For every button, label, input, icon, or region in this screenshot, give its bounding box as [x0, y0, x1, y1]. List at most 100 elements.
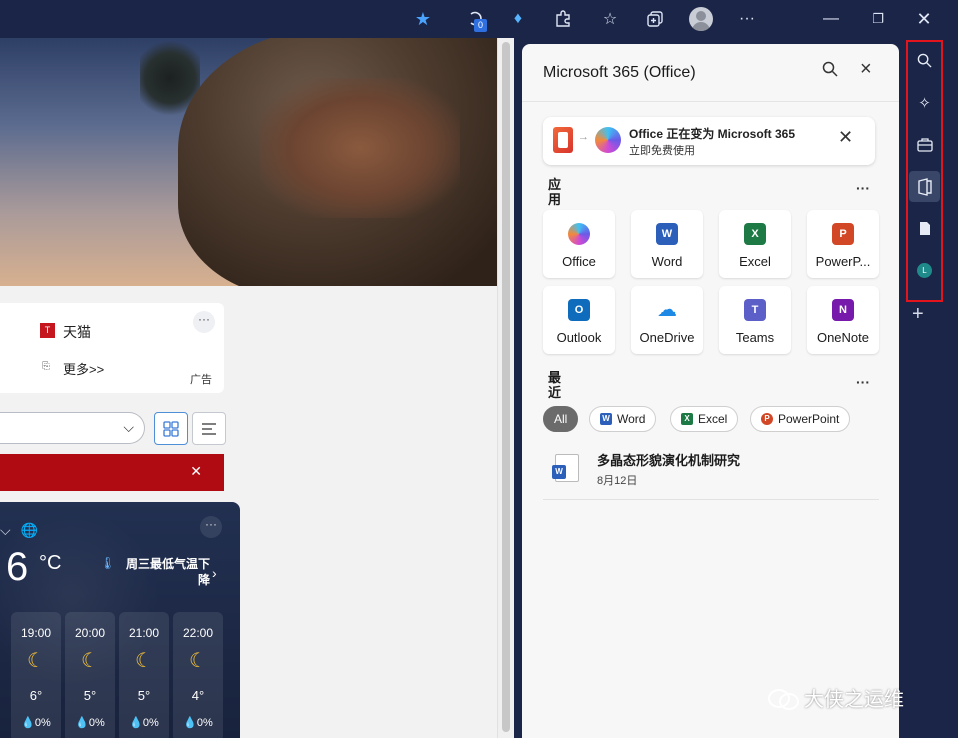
highlight-box [906, 40, 943, 302]
more-link-icon: ⎘ [42, 361, 50, 372]
temperature-unit: °C [39, 552, 62, 574]
document-date: 8月12日 [597, 475, 638, 487]
wechat-icon [768, 687, 799, 710]
powerpoint-icon: P [832, 223, 854, 245]
hero-image [0, 38, 497, 286]
add-icon[interactable]: + [912, 303, 924, 326]
app-tile-word[interactable]: W Word [631, 210, 703, 278]
hour-time: 21:00 [128, 626, 160, 640]
hour-precip: 💧0% [75, 717, 105, 729]
ad-link-tmall[interactable]: 天猫 [63, 322, 91, 342]
app-tile-onedrive[interactable]: ☁ OneDrive [631, 286, 703, 354]
hourly-forecast[interactable]: 19:00 ☾ 6° 💧0% [11, 612, 61, 738]
hourly-forecast[interactable]: 21:00 ☾ 5° 💧0% [119, 612, 169, 738]
banner-title: Office 正在变为 Microsoft 365 [629, 127, 796, 141]
filter-excel[interactable]: X Excel [670, 406, 739, 432]
grid-view-button[interactable] [154, 412, 188, 445]
recent-section-label: 最近 [548, 370, 562, 400]
filter-label: Excel [698, 412, 728, 426]
rock-texture [260, 78, 460, 218]
globe-icon[interactable]: 🌐 [21, 522, 38, 538]
app-tile-excel[interactable]: X Excel [719, 210, 791, 278]
word-icon: W [600, 413, 612, 425]
weather-header: ⌵ 🌐 [0, 522, 38, 539]
filter-label: PowerPoint [778, 412, 840, 426]
ad-more-button[interactable]: ··· [193, 311, 215, 333]
arrow-right-icon: → [578, 131, 589, 143]
app-label: Teams [735, 330, 775, 345]
filter-all[interactable]: All [543, 406, 579, 432]
close-icon[interactable]: × [860, 58, 872, 81]
filter-label: All [554, 412, 568, 426]
restore-icon[interactable]: ❐ [866, 7, 890, 31]
chevron-down-icon[interactable]: ⌵ [0, 522, 11, 538]
alert-bar: ✕ [0, 454, 224, 491]
page-scrollbar[interactable] [497, 38, 514, 738]
profile-avatar[interactable] [689, 7, 713, 31]
hour-time: 20:00 [74, 626, 106, 640]
app-label: Outlook [556, 330, 602, 345]
hour-temp: 5° [137, 688, 151, 703]
apps-more-button[interactable]: ··· [856, 180, 870, 196]
excel-icon: X [681, 413, 693, 425]
m365-logo-icon [595, 127, 621, 153]
more-icon[interactable]: ··· [735, 7, 759, 31]
hour-precip: 💧0% [183, 717, 213, 729]
office-icon [568, 223, 590, 245]
hourly-forecast[interactable]: 20:00 ☾ 5° 💧0% [65, 612, 115, 738]
grid-icon [163, 420, 179, 437]
watermark-text: 大侠之运维 [804, 689, 904, 711]
moon-icon: ☾ [135, 650, 153, 672]
scrollbar-thumb[interactable] [502, 42, 510, 732]
word-icon: W [656, 223, 678, 245]
alert-close-button[interactable]: ✕ [190, 463, 202, 480]
app-label: Office [562, 254, 596, 269]
list-view-button[interactable] [192, 412, 226, 445]
filter-powerpoint[interactable]: P PowerPoint [750, 406, 851, 432]
excel-icon: X [744, 223, 766, 245]
ad-label: 广告 [190, 374, 212, 386]
weather-more-button[interactable]: ··· [200, 516, 222, 538]
banner-subtitle: 立即免费使用 [629, 145, 695, 157]
hour-temp: 5° [83, 688, 97, 703]
extension-badge: 0 [474, 19, 487, 32]
diamond-icon[interactable]: ♦ [506, 7, 530, 31]
filter-word[interactable]: W Word [589, 406, 657, 432]
collections-icon[interactable] [643, 7, 667, 31]
ad-link-more[interactable]: 更多>> [63, 359, 104, 378]
app-label: OneDrive [639, 330, 695, 345]
recent-document-row[interactable]: W 多晶态形貌演化机制研究 8月12日 [543, 442, 879, 500]
watermark: 大侠之运维 [768, 683, 904, 712]
banner-close-icon[interactable]: ✕ [838, 127, 853, 148]
chevron-right-icon[interactable]: › [212, 565, 217, 581]
tmall-icon: T [40, 323, 55, 338]
apps-section-label: 应用 [548, 177, 562, 207]
moon-icon: ☾ [189, 650, 207, 672]
recent-more-button[interactable]: ··· [856, 374, 870, 390]
hourly-forecast[interactable]: 22:00 ☾ 4° 💧0% [173, 612, 223, 738]
moon-icon: ☾ [27, 650, 45, 672]
feed-select[interactable]: ⌵ [0, 412, 145, 444]
favorites-icon[interactable]: ☆ [598, 7, 622, 31]
moon-icon: ☾ [81, 650, 99, 672]
hour-temp: 6° [29, 688, 43, 703]
app-tile-onenote[interactable]: N OneNote [807, 286, 879, 354]
panel-gap [514, 38, 522, 738]
list-icon [202, 422, 216, 435]
app-tile-powerpoint[interactable]: P PowerP... [807, 210, 879, 278]
minimize-icon[interactable]: — [819, 7, 843, 31]
app-tile-outlook[interactable]: O Outlook [543, 286, 615, 354]
onenote-icon: N [832, 299, 854, 321]
favorite-star-icon[interactable]: ★ [411, 7, 435, 31]
app-tile-office[interactable]: Office [543, 210, 615, 278]
web-content: T 天猫 ⎘ 更多>> ··· 广告 ⌵ ✕ ⌵ 🌐 ··· 6 °C 🌡 周三… [0, 38, 497, 738]
office-side-panel: Microsoft 365 (Office) × → Office 正在变为 M… [522, 44, 899, 738]
close-icon[interactable]: ✕ [912, 7, 936, 31]
m365-banner[interactable]: → Office 正在变为 Microsoft 365 立即免费使用 ✕ [543, 117, 875, 165]
app-tile-teams[interactable]: T Teams [719, 286, 791, 354]
weather-alert[interactable]: 周三最低气温下降 [100, 556, 210, 588]
hour-temp: 4° [191, 688, 205, 703]
puzzle-icon[interactable] [551, 7, 575, 31]
divider [522, 101, 899, 102]
search-icon[interactable] [822, 61, 838, 82]
